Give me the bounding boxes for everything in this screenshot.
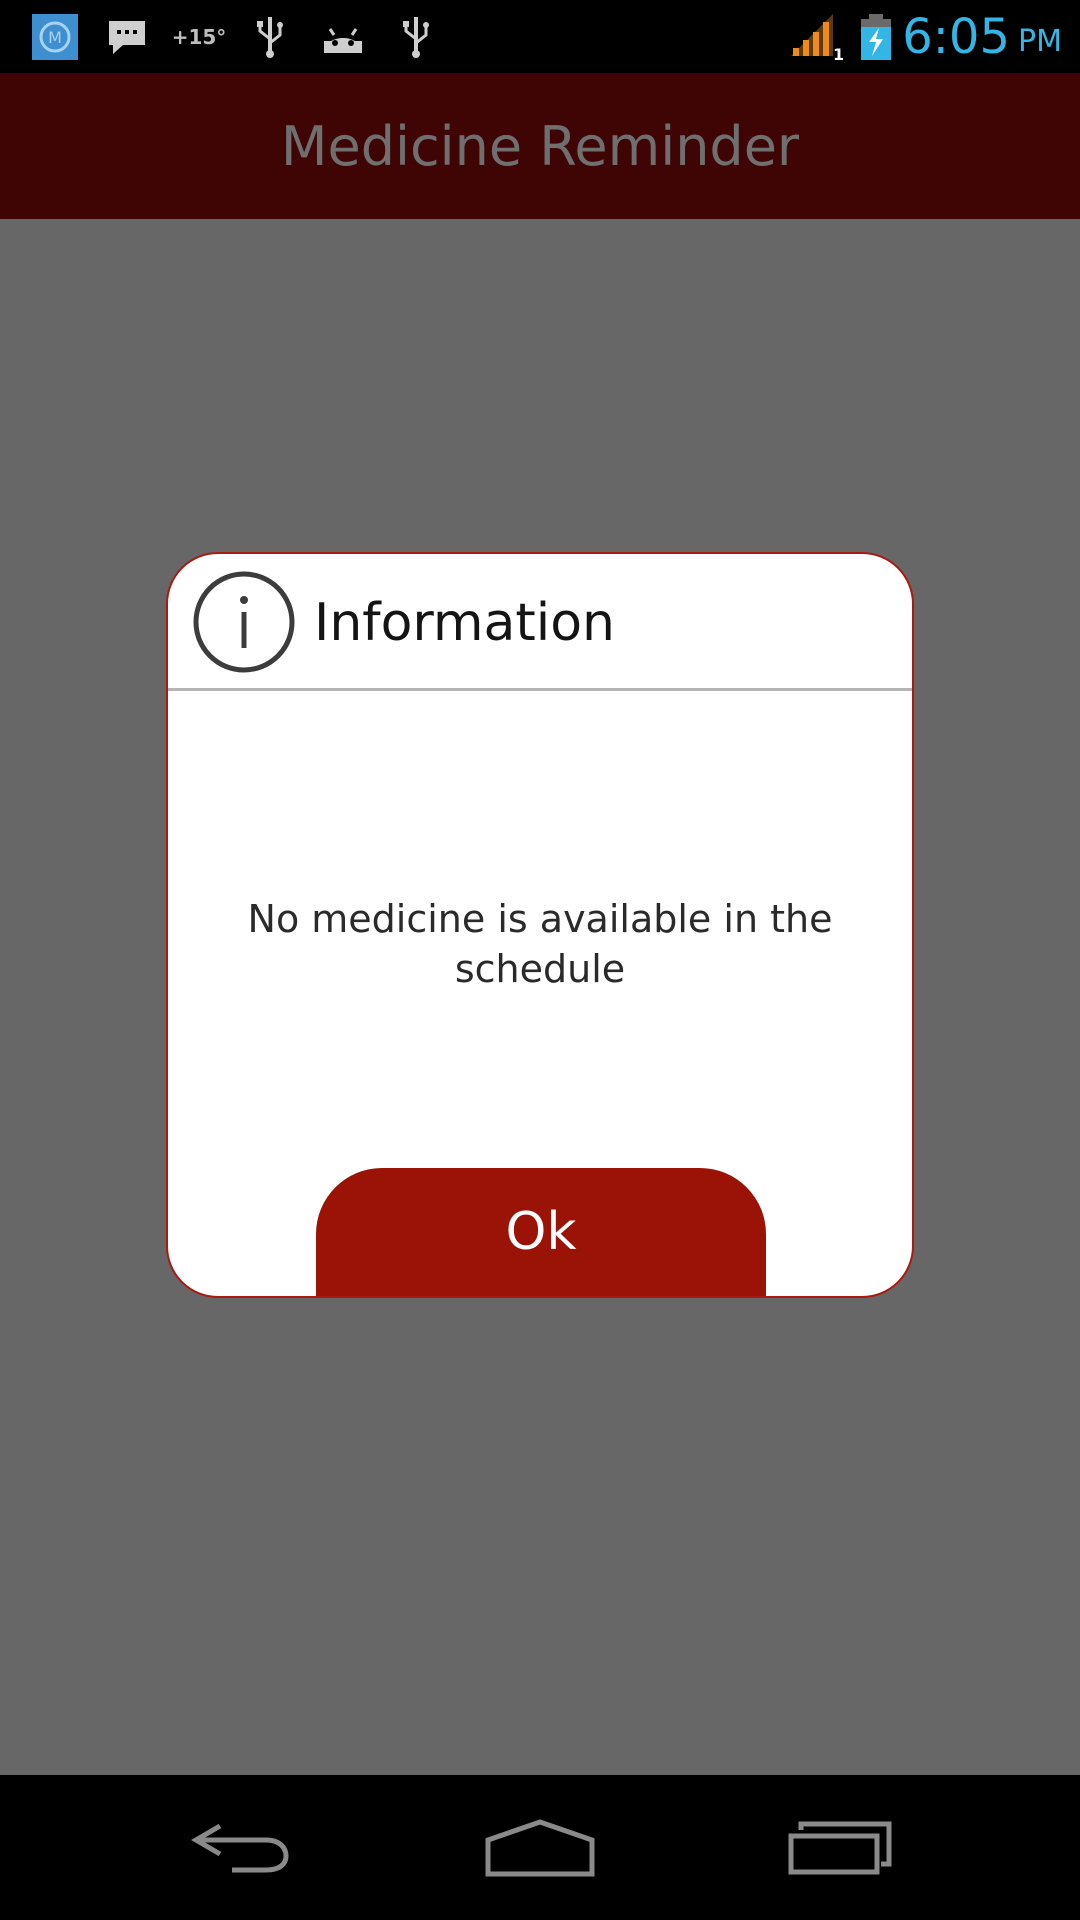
status-bar: M +15° 1 6:05 PM [0,0,1080,73]
dialog-message: No medicine is available in the schedule [247,897,833,991]
battery-charging-icon [856,0,896,73]
info-icon [192,570,296,674]
screen: M +15° 1 6:05 PM Medicine Reminder Infor… [0,0,1080,1920]
back-icon[interactable] [140,1775,340,1920]
sim-number: 1 [833,45,843,62]
clock-ampm: PM [1018,24,1062,59]
usb-icon [248,0,292,73]
m-app-icon: M [30,0,80,73]
information-dialog: Information No medicine is available in … [166,552,914,1298]
usb-icon [394,0,438,73]
home-icon[interactable] [440,1775,640,1920]
signal-icon: 1 [788,0,844,73]
temperature-icon: +15° [170,0,228,73]
message-icon [102,0,152,73]
recents-icon[interactable] [740,1775,940,1920]
svg-text:M: M [48,28,62,47]
android-debug-icon [318,0,368,73]
app-bar: Medicine Reminder [0,73,1080,219]
nav-bar [0,1775,1080,1920]
clock: 6:05 PM [902,0,1062,73]
dialog-title: Information [314,592,616,653]
ok-button[interactable]: Ok [316,1168,766,1296]
dialog-header: Information [168,554,912,691]
temperature-text: +15° [171,24,227,49]
app-title: Medicine Reminder [280,114,800,178]
clock-time: 6:05 [902,8,1011,65]
